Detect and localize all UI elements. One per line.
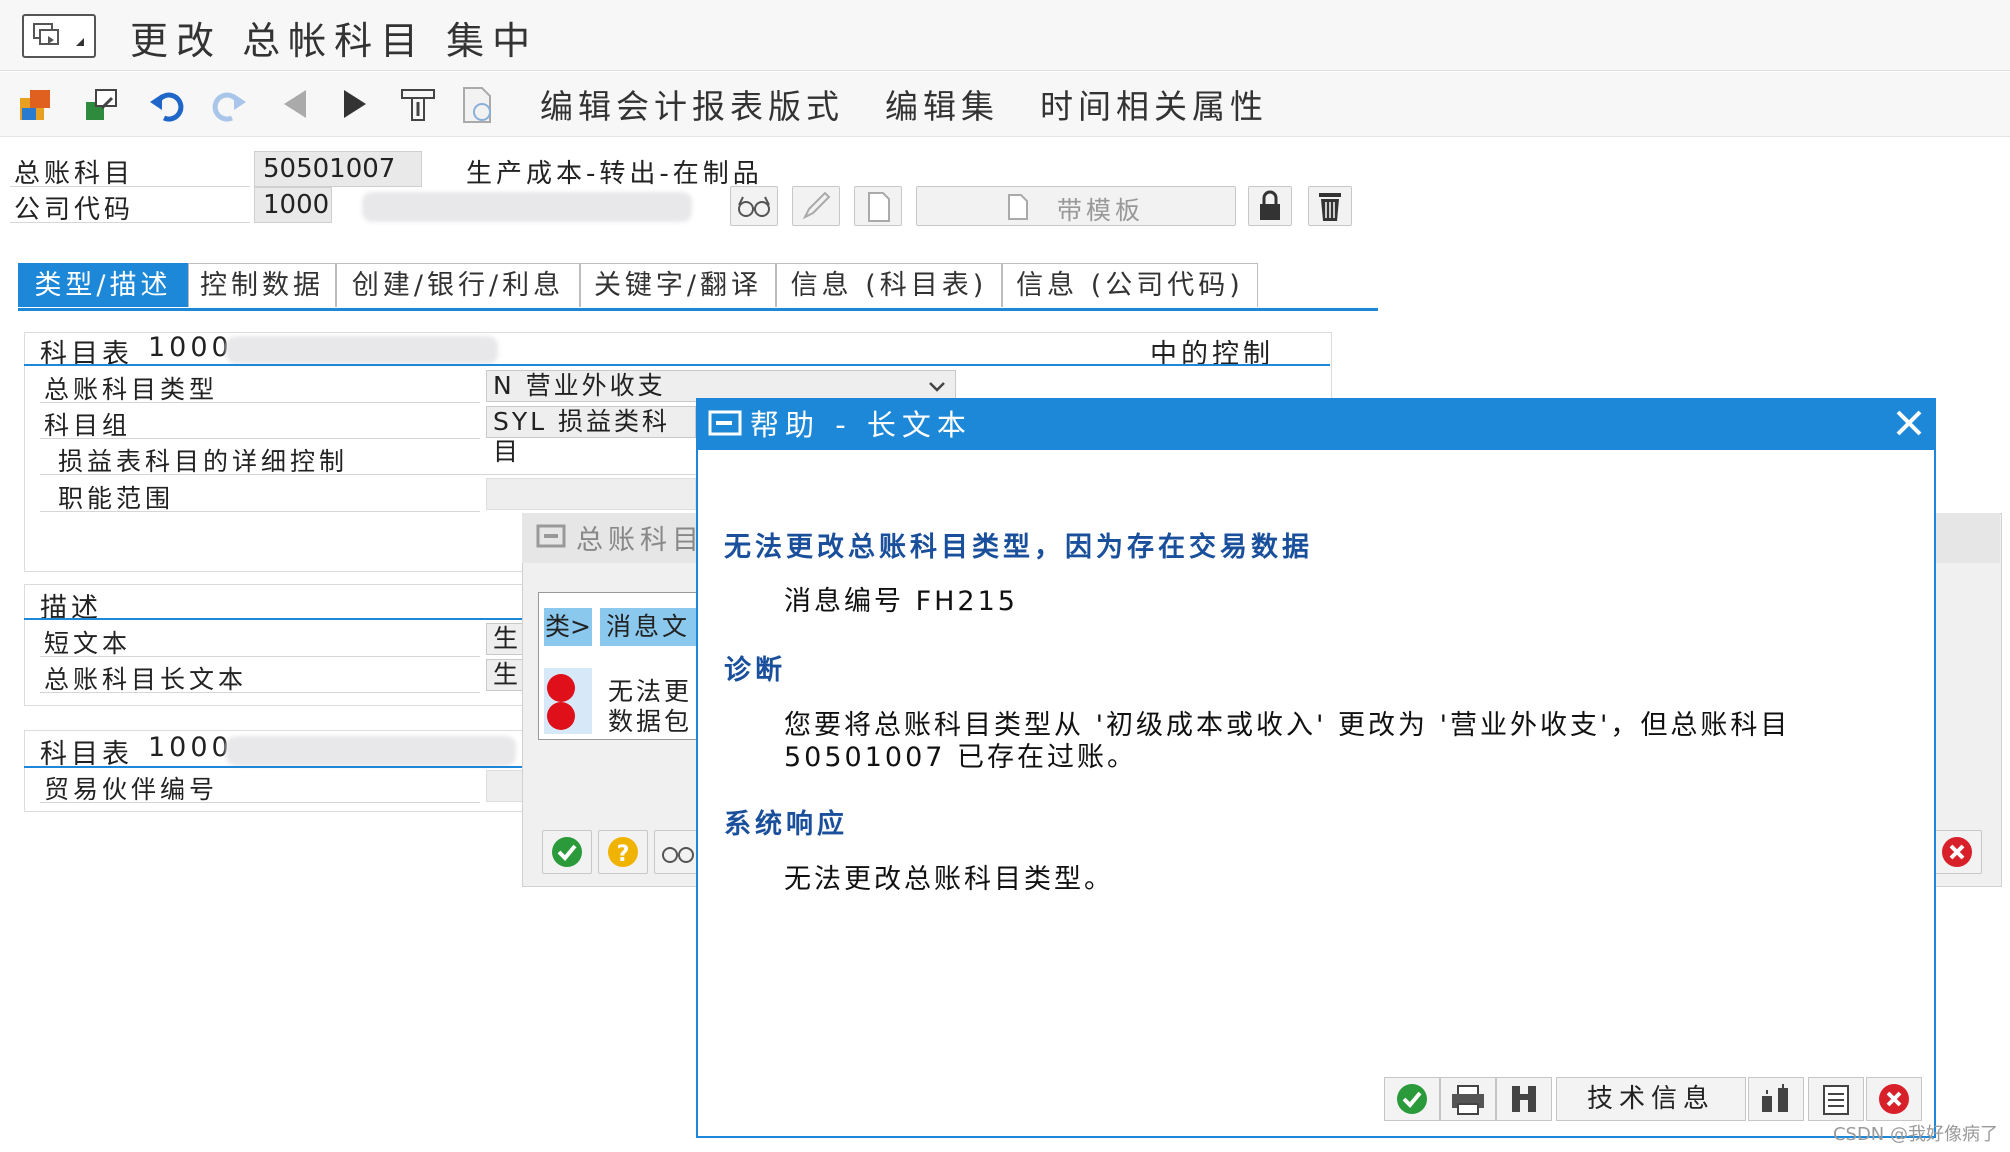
confirm-button[interactable] [542,830,592,874]
svg-text:?: ? [617,842,630,867]
lock-button[interactable] [1248,186,1292,226]
account-group-label: 科目组 [44,411,132,440]
tab-info-company-code[interactable]: 信息 (公司代码) [1002,263,1258,307]
other-object-icon[interactable] [16,84,56,124]
document-web-icon [458,84,498,124]
divider [40,802,480,803]
redo-icon [208,84,248,124]
account-type-label: 总账科目类型 [44,375,219,404]
section-underline [24,618,524,620]
delete-trash-button[interactable] [1308,186,1352,226]
display-change-icon[interactable] [82,84,122,124]
message-number: 消息编号 FH215 [784,586,1018,617]
account-group-field[interactable]: SYL 损益类科目 [486,406,696,466]
undo-icon[interactable] [148,84,188,124]
company-code-label: 公司代码 [14,195,135,225]
create-document-button [854,186,902,226]
help-headline: 无法更改总账科目类型，因为存在交易数据 [724,532,1313,563]
trading-partner-field[interactable] [486,770,526,802]
short-text-field[interactable]: 生 [486,623,526,655]
diagnosis-text-line2: 50501007 已存在过账。 [784,742,1138,773]
help-button[interactable]: ? [598,830,648,874]
account-type-value: N 营业外收支 [493,371,666,400]
toolbar-link-edit-set[interactable]: 编辑集 [885,80,999,128]
page-title: 更改 总帐科目 集中 [130,19,539,63]
partner-section-title-value: 1000 [148,732,233,763]
divider [40,474,696,475]
section-underline [24,766,524,768]
tab-create-bank-interest[interactable]: 创建/银行/利息 [336,263,580,307]
redacted-chart-name [226,736,516,766]
tab-info-chart-of-accounts[interactable]: 信息 (科目表) [776,263,1002,307]
diagnosis-text-line1: 您要将总账科目类型从 '初级成本或收入' 更改为 '营业外收支'，但总账科目 [784,710,1791,741]
system-response-heading: 系统响应 [724,809,848,840]
print-button[interactable] [1440,1077,1496,1121]
control-section-title-value: 1000 [148,332,233,363]
tab-control-data[interactable]: 控制数据 [188,263,336,307]
hierarchy-button[interactable] [1748,1077,1804,1121]
tab-type-description[interactable]: 类型/描述 [18,263,188,307]
long-text-field[interactable]: 生 [486,659,526,691]
system-response-text: 无法更改总账科目类型。 [784,864,1114,895]
redacted-company-name [362,192,692,222]
display-glasses-button[interactable] [730,186,778,226]
help-dialog-title: 帮助 - 长文本 [750,408,972,442]
close-icon[interactable] [1892,406,1926,444]
document-list-button[interactable] [1808,1077,1864,1121]
tab-underline [18,308,1378,311]
message-dialog-title: 总账科目 [576,525,704,556]
next-icon[interactable] [334,84,374,124]
message-row-text-2: 数据包 [608,707,693,736]
edit-object-icon[interactable] [398,84,438,124]
chevron-down-icon [929,382,945,392]
with-template-label: 带模板 [1057,196,1145,225]
dialog-icon [536,522,566,554]
confirm-button[interactable] [1384,1077,1440,1121]
tab-keyword-translation[interactable]: 关键字/翻译 [580,263,776,307]
section-underline [24,364,1330,366]
long-text-label: 总账科目长文本 [44,665,248,694]
toolbar-link-time-dependent[interactable]: 时间相关属性 [1040,80,1268,128]
toolbar-link-report-format[interactable]: 编辑会计报表版式 [540,80,844,128]
previous-icon [276,84,316,124]
find-binoculars-button[interactable] [1496,1077,1552,1121]
col-header-message[interactable]: 消息文 [600,608,696,646]
error-status-cell [544,668,592,734]
menu-icon[interactable] [22,14,96,58]
gl-account-field[interactable]: 50501007 [254,151,422,187]
technical-info-button[interactable]: 技术信息 [1556,1077,1746,1121]
redacted-chart-name [226,336,498,364]
functional-area-label: 职能范围 [58,484,175,513]
dialog-icon [708,408,742,442]
gl-account-label: 总账科目 [14,159,135,189]
edit-pencil-button [792,186,840,226]
gl-account-description: 生产成本-转出-在制品 [466,159,763,189]
pl-detail-control-label: 损益表科目的详细控制 [58,447,349,476]
display-glasses-button[interactable] [654,830,698,874]
col-header-type[interactable]: 类> [544,608,592,646]
divider [10,222,250,223]
divider [40,656,480,657]
divider [10,186,250,187]
functional-area-field[interactable] [486,478,696,510]
divider [40,692,480,693]
diagnosis-heading: 诊断 [724,655,786,686]
divider [40,402,480,403]
company-code-field[interactable]: 1000 [254,187,332,223]
cancel-button[interactable] [1866,1077,1922,1121]
cancel-button[interactable] [1932,830,1982,874]
divider [40,438,480,439]
watermark: CSDN @我好像病了 [1832,1124,1998,1145]
short-text-label: 短文本 [44,629,132,658]
divider [40,511,480,512]
trading-partner-label: 贸易伙伴编号 [44,775,219,804]
with-template-button: 带模板 [916,186,1236,226]
